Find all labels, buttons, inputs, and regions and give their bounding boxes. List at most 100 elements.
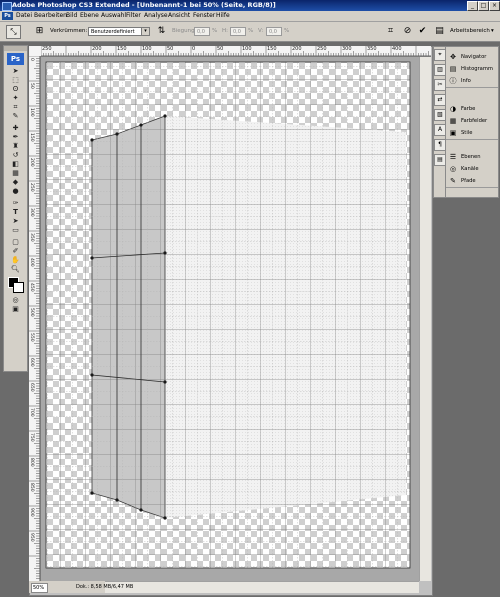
- document-canvas[interactable]: [41, 57, 419, 581]
- stamp-tool-icon[interactable]: ♜: [7, 142, 24, 151]
- panel-histogram[interactable]: ▤ Histogramm: [446, 63, 498, 75]
- bend-label: Biegung:: [172, 28, 197, 34]
- tools-palette: Ps ➤ ⬚ ʘ ✦ ⌗ ✎ ✚ ✒ ♜ ↺ ◧ ▦ ◆ ● ✑ T ➤ ▭ ▢…: [3, 45, 28, 372]
- tools-grip[interactable]: [4, 46, 27, 51]
- reference-point-icon[interactable]: ⊞: [34, 26, 45, 37]
- ruler-label: 350: [367, 46, 377, 52]
- cancel-icon[interactable]: ⊘: [402, 26, 413, 37]
- lasso-tool-icon[interactable]: ʘ: [7, 85, 24, 94]
- ruler-label: 500: [29, 308, 34, 317]
- screen-mode-icon[interactable]: ▣: [7, 305, 24, 314]
- menu-bar: Ps Datei Bearbeiten Bild Ebene Auswahl F…: [0, 11, 500, 22]
- panel-group-layers: ☰ Ebenen ◎ Kanäle ✎ Pfade: [446, 151, 498, 188]
- notes-tool-icon[interactable]: ▢: [7, 238, 24, 247]
- magic-wand-tool-icon[interactable]: ✦: [7, 94, 24, 103]
- canvas-area[interactable]: [41, 57, 419, 581]
- eyedropper-tool-icon[interactable]: ✐: [7, 247, 24, 256]
- doc-size-info[interactable]: Dok.: 8,58 MB/6,47 MB: [76, 581, 133, 593]
- minimize-button[interactable]: _: [467, 1, 478, 11]
- menu-fenster[interactable]: Fenster: [193, 11, 215, 21]
- ruler-label: 100: [242, 46, 252, 52]
- window-title: Adobe Photoshop CS3 Extended - [Unbenann…: [12, 1, 276, 9]
- h-label: H:: [222, 28, 228, 34]
- menu-ansicht[interactable]: Ansicht: [168, 11, 190, 21]
- menu-datei[interactable]: Datei: [16, 11, 32, 21]
- zoom-field[interactable]: 50%: [31, 583, 48, 593]
- healing-brush-icon[interactable]: ✚: [7, 124, 24, 133]
- menu-bild[interactable]: Bild: [66, 11, 77, 21]
- palette-well-icon[interactable]: ▤: [434, 26, 445, 37]
- history-brush-icon[interactable]: ↺: [7, 151, 24, 160]
- blur-tool-icon[interactable]: ◆: [7, 178, 24, 187]
- hand-tool-icon[interactable]: ✋: [7, 256, 24, 265]
- ruler-label: 50: [167, 46, 174, 52]
- quick-mask-icon[interactable]: ◎: [7, 296, 24, 305]
- ruler-label: 900: [29, 508, 34, 517]
- panel-info[interactable]: ⓘ Info: [446, 75, 498, 87]
- panel-label: Stile: [461, 130, 473, 136]
- panel-navigator[interactable]: ✥ Navigator: [446, 51, 498, 63]
- crop-tool-icon[interactable]: ⌗: [7, 103, 24, 112]
- path-selection-icon[interactable]: ➤: [7, 217, 24, 226]
- transform-tool-icon[interactable]: ⤡: [6, 25, 21, 39]
- horizontal-scrollbar[interactable]: [105, 581, 419, 593]
- close-button[interactable]: ×: [489, 1, 500, 11]
- ruler-label: 800: [29, 458, 34, 467]
- app-icon: [2, 2, 12, 11]
- marquee-tool-icon[interactable]: ⬚: [7, 76, 24, 85]
- top-ruler[interactable]: 250 200 150 100 50 0 50 100 150 200 250 …: [41, 46, 431, 57]
- type-tool-icon[interactable]: T: [7, 208, 24, 217]
- warp-mode-icon[interactable]: ⌗: [385, 26, 396, 37]
- ruler-label: 400: [29, 258, 34, 267]
- ruler-label: 650: [29, 383, 34, 392]
- workspace-button[interactable]: Arbeitsbereich: [450, 26, 490, 37]
- left-ruler[interactable]: 0 50 100 150 200 250 300 350 400 450 500 550 600 650 7…: [29, 56, 41, 581]
- menu-ebene[interactable]: Ebene: [80, 11, 99, 21]
- v-distort-field[interactable]: 0,0: [266, 27, 282, 36]
- bend-field[interactable]: 0,0: [194, 27, 210, 36]
- ruler-label: 750: [29, 433, 34, 442]
- panel-label: Ebenen: [461, 154, 481, 160]
- commit-icon[interactable]: ✔: [417, 26, 428, 37]
- menu-auswahl[interactable]: Auswahl: [101, 11, 126, 21]
- info-icon: ⓘ: [449, 77, 457, 85]
- panel-styles[interactable]: ▣ Stile: [446, 127, 498, 139]
- menu-hilfe[interactable]: Hilfe: [216, 11, 230, 21]
- color-swatches[interactable]: [7, 276, 24, 294]
- panel-label: Farbe: [461, 106, 476, 112]
- grid-overlay: [46, 62, 410, 568]
- panel-paths[interactable]: ✎ Pfade: [446, 175, 498, 187]
- paths-icon: ✎: [450, 177, 456, 185]
- menu-bearbeiten[interactable]: Bearbeiten: [34, 11, 67, 21]
- slice-tool-icon[interactable]: ✎: [7, 112, 24, 121]
- panel-color[interactable]: ◑ Farbe: [446, 103, 498, 115]
- menu-analyse[interactable]: Analyse: [144, 11, 168, 21]
- ruler-label: 850: [29, 483, 34, 492]
- pen-tool-icon[interactable]: ✑: [7, 199, 24, 208]
- ruler-label: 150: [117, 46, 127, 52]
- background-color[interactable]: [13, 282, 24, 293]
- panel-swatches[interactable]: ▦ Farbfelder: [446, 115, 498, 127]
- ruler-label: 350: [29, 233, 34, 242]
- h-distort-field[interactable]: 0,0: [230, 27, 246, 36]
- brush-tool-icon[interactable]: ✒: [7, 133, 24, 142]
- zoom-tool-icon[interactable]: 🔍︎: [7, 265, 24, 274]
- shape-tool-icon[interactable]: ▭: [7, 226, 24, 235]
- gradient-tool-icon[interactable]: ▦: [7, 169, 24, 178]
- panel-layers[interactable]: ☰ Ebenen: [446, 151, 498, 163]
- ruler-label: 450: [29, 283, 34, 292]
- ruler-label: 600: [29, 358, 34, 367]
- vertical-scrollbar[interactable]: [419, 57, 431, 581]
- dodge-tool-icon[interactable]: ●: [7, 187, 24, 196]
- ruler-label: 100: [29, 108, 34, 117]
- warp-orientation-icon[interactable]: ⇅: [156, 26, 167, 37]
- move-tool-icon[interactable]: ➤: [7, 67, 24, 76]
- panel-channels[interactable]: ◎ Kanäle: [446, 163, 498, 175]
- ruler-label: 200: [92, 46, 102, 52]
- menu-filter[interactable]: Filter: [126, 11, 141, 21]
- chevron-down-icon[interactable]: ▾: [491, 26, 494, 37]
- maximize-button[interactable]: □: [478, 1, 489, 11]
- panel-label: Pfade: [461, 178, 476, 184]
- eraser-tool-icon[interactable]: ◧: [7, 160, 24, 169]
- warp-style-select[interactable]: Benutzerdefiniert ▾: [88, 27, 150, 36]
